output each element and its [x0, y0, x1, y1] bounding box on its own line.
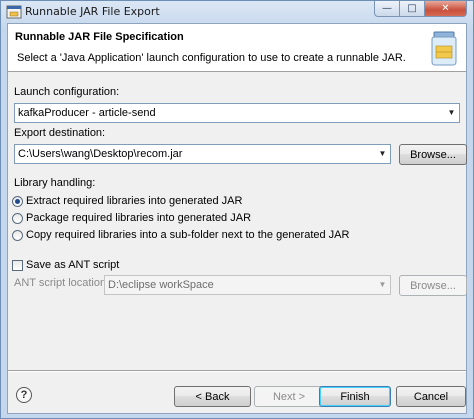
window-controls: — □ ✕ — [374, 1, 467, 19]
dialog-content: Runnable JAR File Specification Select a… — [7, 23, 467, 414]
library-option-label: Package required libraries into generate… — [26, 212, 252, 224]
title-bar[interactable]: Runnable JAR File Export — □ ✕ — [1, 1, 473, 23]
library-option-extract[interactable]: Extract required libraries into generate… — [12, 193, 242, 209]
export-destination-value: C:\Users\wang\Desktop\recom.jar — [18, 148, 183, 160]
chevron-down-icon[interactable]: ▼ — [375, 145, 390, 163]
radio-button[interactable] — [12, 212, 23, 224]
radio-button[interactable] — [12, 195, 23, 207]
ant-location-value: D:\eclipse workSpace — [108, 279, 214, 291]
library-option-copy[interactable]: Copy required libraries into a sub-folde… — [12, 227, 349, 243]
chevron-down-icon[interactable]: ▼ — [375, 276, 390, 294]
wizard-banner: Runnable JAR File Specification Select a… — [8, 24, 466, 72]
jar-icon — [431, 31, 457, 66]
save-ant-checkbox[interactable] — [12, 259, 23, 271]
window-title: Runnable JAR File Export — [25, 5, 160, 18]
banner-title: Runnable JAR File Specification — [15, 31, 184, 43]
minimize-button[interactable]: — — [374, 1, 400, 17]
save-ant-script-option[interactable]: Save as ANT script — [12, 257, 119, 273]
launch-configuration-value: kafkaProducer - article-send — [18, 107, 156, 119]
next-button[interactable]: Next > — [254, 386, 324, 407]
footer-separator — [8, 370, 466, 372]
ant-location-label: ANT script location: — [14, 277, 110, 289]
save-ant-label: Save as ANT script — [26, 259, 120, 271]
library-option-package[interactable]: Package required libraries into generate… — [12, 210, 251, 226]
library-option-label: Extract required libraries into generate… — [26, 195, 243, 207]
cancel-button[interactable]: Cancel — [396, 386, 466, 407]
export-destination-combo[interactable]: C:\Users\wang\Desktop\recom.jar ▼ — [14, 144, 391, 164]
help-icon[interactable]: ? — [16, 387, 32, 403]
finish-button[interactable]: Finish — [319, 386, 391, 407]
banner-description: Select a 'Java Application' launch confi… — [17, 52, 406, 64]
launch-configuration-label: Launch configuration: — [14, 86, 120, 98]
ant-location-combo[interactable]: D:\eclipse workSpace ▼ — [104, 275, 391, 295]
ant-browse-button[interactable]: Browse... — [399, 275, 467, 296]
export-destination-label: Export destination: — [14, 127, 106, 139]
chevron-down-icon[interactable]: ▼ — [444, 104, 459, 122]
back-button[interactable]: < Back — [174, 386, 251, 407]
radio-button[interactable] — [12, 229, 23, 241]
export-dialog-window: Runnable JAR File Export — □ ✕ Runnable … — [0, 0, 474, 419]
maximize-button[interactable]: □ — [400, 1, 425, 17]
export-browse-button[interactable]: Browse... — [399, 144, 467, 165]
library-option-label: Copy required libraries into a sub-folde… — [26, 229, 350, 241]
library-handling-label: Library handling: — [14, 177, 96, 189]
eclipse-app-icon — [6, 5, 22, 19]
launch-configuration-combo[interactable]: kafkaProducer - article-send ▼ — [14, 103, 460, 123]
close-button[interactable]: ✕ — [425, 1, 467, 17]
